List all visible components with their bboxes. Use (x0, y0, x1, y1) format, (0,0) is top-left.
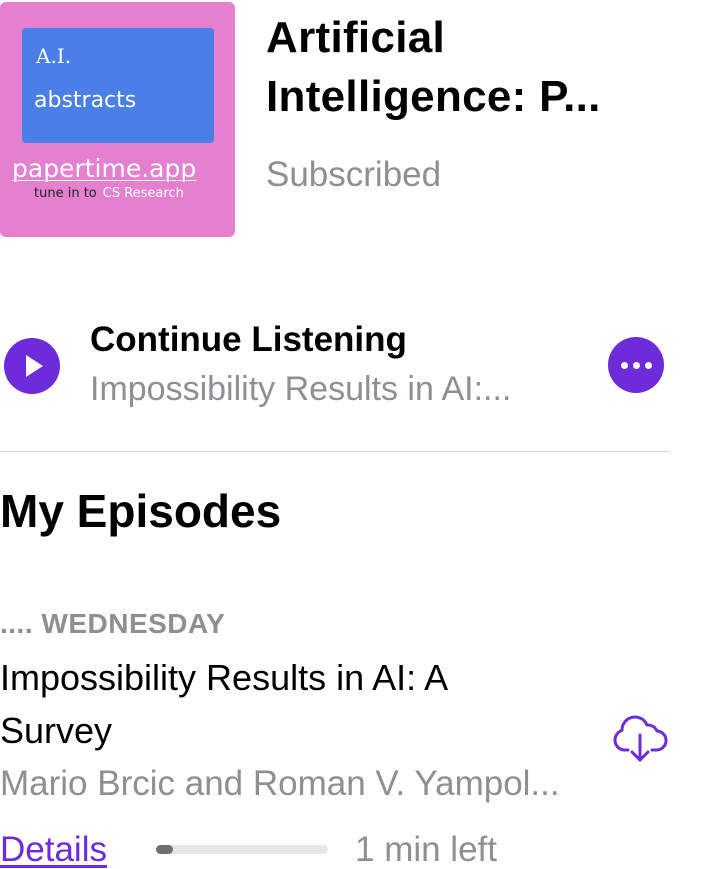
artwork-tagline: tune in to CS Research (34, 186, 184, 201)
podcast-page: A.I. abstracts papertime.app tune in to C… (0, 0, 709, 869)
artwork-tagline-highlight: CS Research (102, 186, 184, 201)
cloud-download-icon[interactable] (611, 714, 669, 764)
artwork-brand: papertime.app (12, 154, 197, 183)
episode-day: WEDNESDAY (41, 608, 226, 639)
subscription-status: Subscribed (266, 155, 442, 194)
episode-meta-prefix: .... (0, 608, 34, 639)
time-left: 1 min left (355, 830, 497, 869)
more-icon (620, 361, 628, 369)
artwork-line1: A.I. (36, 44, 72, 68)
play-button[interactable] (4, 338, 60, 394)
podcast-artwork[interactable]: A.I. abstracts papertime.app tune in to C… (0, 2, 235, 237)
episode-authors: Mario Brcic and Roman V. Yampol... (0, 764, 560, 803)
podcast-title: Artificial Intelligence: P... (266, 13, 601, 121)
episode-meta: .... WEDNESDAY (0, 608, 225, 640)
episode-progress-fill (156, 845, 174, 854)
details-link[interactable]: Details (0, 830, 107, 869)
more-options-button[interactable] (608, 337, 664, 393)
episode-title[interactable]: Impossibility Results in AI: A Survey (0, 651, 560, 757)
episode-progress-bar (156, 845, 328, 854)
section-title: My Episodes (0, 485, 282, 537)
artwork-line2: abstracts (34, 88, 137, 113)
continue-listening-episode[interactable]: Impossibility Results in AI:... (90, 370, 511, 409)
more-icon-dot (632, 361, 640, 369)
play-icon (26, 355, 43, 377)
more-icon-dot (644, 361, 652, 369)
artwork-tagline-prefix: tune in to (34, 186, 97, 201)
continue-listening-heading: Continue Listening (90, 320, 407, 359)
artwork-title-box: A.I. abstracts (22, 28, 214, 143)
divider (0, 451, 669, 452)
